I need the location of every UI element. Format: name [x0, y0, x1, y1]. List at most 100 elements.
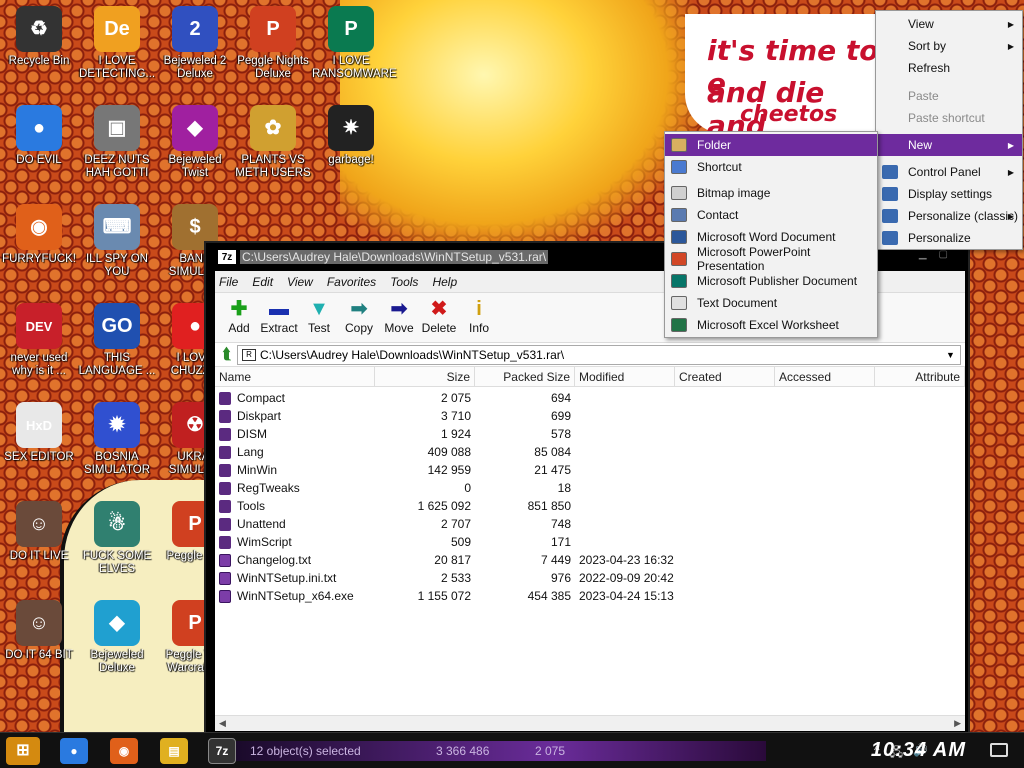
- desktop-icon[interactable]: DEV never used why is it ...: [0, 303, 78, 378]
- column-header-size[interactable]: Size: [375, 367, 475, 386]
- chevron-down-icon[interactable]: ▼: [946, 350, 960, 360]
- column-header-modified[interactable]: Modified: [575, 367, 675, 386]
- table-row[interactable]: WinNTSetup.ini.txt 2 533 976 2022-09-09 20:…: [215, 569, 965, 587]
- context-menu-refresh[interactable]: Refresh: [876, 57, 1022, 79]
- table-row[interactable]: Unattend 2 707 748: [215, 515, 965, 533]
- packed-size-cell: 18: [557, 481, 571, 495]
- desktop-icon[interactable]: ◆ Bejeweled Deluxe: [78, 600, 156, 675]
- context-menu-personalize-classic[interactable]: Personalize (classic) ▶: [876, 205, 1022, 227]
- notifications-icon[interactable]: [990, 743, 1008, 757]
- new-shortcut[interactable]: Shortcut: [665, 156, 877, 178]
- file-icon: [219, 553, 231, 567]
- word-icon: [671, 230, 687, 244]
- address-field[interactable]: R C:\Users\Audrey Hale\Downloads\WinNTSe…: [237, 344, 961, 365]
- table-row[interactable]: Diskpart 3 710 699: [215, 407, 965, 425]
- desktop-icon[interactable]: ◉ FURRYFUCK!: [0, 204, 78, 266]
- desktop-icon-label: never used why is it ...: [10, 352, 68, 377]
- desktop-icon[interactable]: ● DO EVIL: [0, 105, 78, 167]
- start-button[interactable]: ⊞: [6, 737, 40, 765]
- menu-help[interactable]: Help: [432, 275, 457, 289]
- toolbar-label: Copy: [344, 321, 373, 335]
- context-menu-personalize[interactable]: Personalize: [876, 227, 1022, 249]
- column-header-accessed[interactable]: Accessed: [775, 367, 875, 386]
- context-menu-view[interactable]: View ▶: [876, 13, 1022, 35]
- chrome-taskbar-icon[interactable]: ●: [60, 738, 88, 764]
- desktop-icon[interactable]: ✹ BOSNIA SIMULATOR: [78, 402, 156, 477]
- copy-button[interactable]: ➡ Copy: [339, 293, 379, 342]
- menu-file[interactable]: File: [219, 275, 238, 289]
- delete-button[interactable]: ✖ Delete: [419, 293, 459, 342]
- new-microsoft-excel-worksheet[interactable]: Microsoft Excel Worksheet: [665, 314, 877, 336]
- desktop-icon[interactable]: GO THIS LANGUAGE ...: [78, 303, 156, 378]
- desktop-icon[interactable]: De I LOVE DETECTING...: [78, 6, 156, 81]
- scroll-right-icon[interactable]: ▶: [954, 718, 961, 729]
- context-menu-display-settings[interactable]: Display settings: [876, 183, 1022, 205]
- desktop-icon[interactable]: ◆ Bejeweled Twist: [156, 105, 234, 180]
- copy-icon: ➡: [350, 298, 368, 320]
- size-cell: 142 959: [427, 463, 471, 477]
- table-row[interactable]: DISM 1 924 578: [215, 425, 965, 443]
- context-menu-control-panel[interactable]: Control Panel ▶: [876, 161, 1022, 183]
- desktop-icon[interactable]: ☺ DO IT 64 BIT: [0, 600, 78, 662]
- maximize-button[interactable]: ▢: [939, 249, 948, 260]
- desktop-icon[interactable]: 2 Bejeweled 2 Deluxe: [156, 6, 234, 81]
- column-header-name[interactable]: Name: [215, 367, 375, 386]
- table-row[interactable]: Lang 409 088 85 084: [215, 443, 965, 461]
- scroll-left-icon[interactable]: ◀: [219, 718, 226, 729]
- folder-icon: [219, 427, 231, 441]
- table-row[interactable]: Tools 1 625 092 851 850: [215, 497, 965, 515]
- minimize-button[interactable]: ▁: [919, 249, 927, 260]
- column-headers: Name Size Packed Size Modified Created Access…: [215, 367, 965, 387]
- file-explorer-taskbar-icon[interactable]: ▤: [160, 738, 188, 764]
- add-button[interactable]: ✚ Add: [219, 293, 259, 342]
- desktop-icon[interactable]: HxD SEX EDITOR: [0, 402, 78, 464]
- new-microsoft-publisher-document[interactable]: Microsoft Publisher Document: [665, 270, 877, 292]
- desktop-icon[interactable]: ☺ DO IT LIVE: [0, 501, 78, 563]
- test-button[interactable]: ▼ Test: [299, 293, 339, 342]
- menu-tools[interactable]: Tools: [390, 275, 418, 289]
- new-text-document[interactable]: Text Document: [665, 292, 877, 314]
- table-row[interactable]: Changelog.txt 20 817 7 449 2023-04-23 16:32: [215, 551, 965, 569]
- desktop-icon[interactable]: ☃ FUCK SOME ELVES: [78, 501, 156, 576]
- up-folder-icon[interactable]: ⮬: [217, 346, 237, 364]
- extract-button[interactable]: ▬ Extract: [259, 293, 299, 342]
- table-row[interactable]: RegTweaks 0 18: [215, 479, 965, 497]
- table-row[interactable]: Compact 2 075 694: [215, 389, 965, 407]
- new-bitmap-image[interactable]: Bitmap image: [665, 182, 877, 204]
- table-row[interactable]: WimScript 509 171: [215, 533, 965, 551]
- column-header-packed-size[interactable]: Packed Size: [475, 367, 575, 386]
- packed-size-cell: 976: [550, 571, 571, 585]
- move-button[interactable]: ➡ Move: [379, 293, 419, 342]
- desktop-icon[interactable]: ▣ DEEZ NUTS HAH GOTTI: [78, 105, 156, 180]
- context-menu-label: Control Panel: [908, 165, 981, 179]
- desktop-icon[interactable]: P I LOVE RANSOMWARE: [312, 6, 397, 81]
- table-row[interactable]: MinWin 142 959 21 475: [215, 461, 965, 479]
- chevron-right-icon: ▶: [1007, 140, 1014, 150]
- desktop-icon[interactable]: ✷ garbage!: [312, 105, 390, 167]
- horizontal-scrollbar[interactable]: ◀ ▶: [215, 715, 965, 731]
- column-header-created[interactable]: Created: [675, 367, 775, 386]
- desktop-icon[interactable]: ✿ PLANTS VS METH USERS: [234, 105, 312, 180]
- desktop-icon-label: PLANTS VS METH USERS: [235, 154, 311, 179]
- desktop-icon[interactable]: ♻ Recycle Bin: [0, 6, 78, 68]
- submenu-label: Contact: [697, 208, 739, 222]
- new-microsoft-powerpoint-presentation[interactable]: Microsoft PowerPoint Presentation: [665, 245, 877, 273]
- new-contact[interactable]: Contact: [665, 204, 877, 226]
- 7zip-taskbar-icon[interactable]: 7z: [208, 738, 236, 764]
- menu-edit[interactable]: Edit: [252, 275, 273, 289]
- menu-view[interactable]: View: [287, 275, 313, 289]
- santa-icon: ☃: [94, 501, 140, 547]
- clock[interactable]: 10:34 AM: [871, 739, 966, 762]
- packed-size-cell: 171: [550, 535, 571, 549]
- column-header-attribute[interactable]: Attribute: [875, 367, 965, 386]
- menu-favorites[interactable]: Favorites: [327, 275, 376, 289]
- new-folder[interactable]: Folder: [665, 134, 877, 156]
- size-cell: 509: [450, 535, 471, 549]
- table-row[interactable]: WinNTSetup_x64.exe 1 155 072 454 385 2023-0…: [215, 587, 965, 605]
- context-menu-sort-by[interactable]: Sort by ▶: [876, 35, 1022, 57]
- desktop-icon[interactable]: ⌨ ILL SPY ON YOU: [78, 204, 156, 279]
- desktop-icon[interactable]: P Peggle Nights Deluxe: [234, 6, 312, 81]
- context-menu-new[interactable]: New ▶: [876, 134, 1022, 156]
- firefox-taskbar-icon[interactable]: ◉: [110, 738, 138, 764]
- info-button[interactable]: i Info: [459, 293, 499, 342]
